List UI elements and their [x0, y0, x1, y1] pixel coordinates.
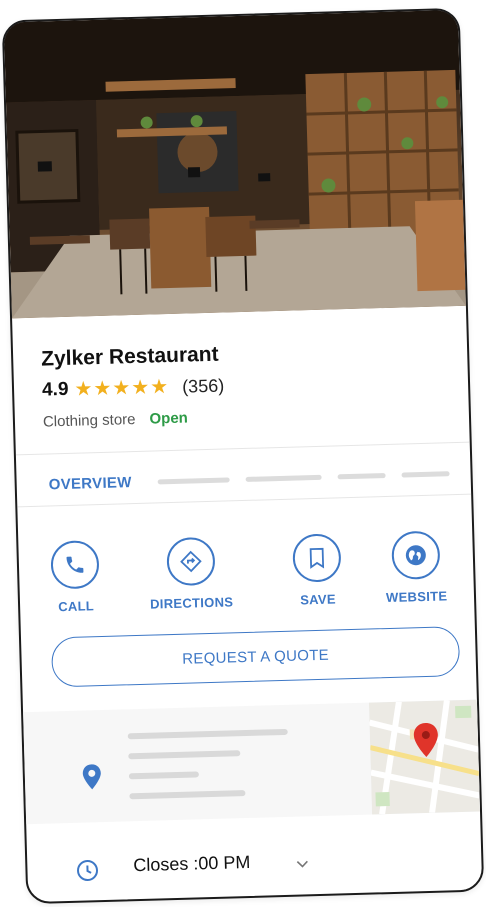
bookmark-icon: [292, 533, 342, 583]
star-icon: ★: [149, 376, 169, 399]
hours-text: Closes :00 PM: [133, 851, 251, 876]
website-button[interactable]: WEBSITE: [384, 530, 448, 606]
website-label: WEBSITE: [385, 588, 448, 606]
place-card: Zylker Restaurant 4.9 ★ ★ ★ ★ ★ (356) Cl…: [1, 7, 485, 905]
request-quote-button[interactable]: REQUEST A QUOTE: [50, 626, 461, 688]
meta-row: Clothing store Open: [43, 410, 188, 431]
restaurant-photo[interactable]: [3, 9, 466, 319]
open-status: Open: [149, 409, 189, 428]
star-icon: ★: [130, 376, 150, 400]
star-icon: ★: [74, 378, 93, 401]
tab-placeholder[interactable]: [157, 477, 230, 485]
chevron-down-icon[interactable]: [295, 856, 309, 874]
place-name: Zylker Restaurant: [40, 342, 219, 371]
rating-row[interactable]: 4.9 ★ ★ ★ ★ ★ (356): [42, 375, 225, 402]
call-label: CALL: [57, 598, 95, 615]
restaurant-interior-illustration: [3, 9, 466, 319]
phone-mockup: Zylker Restaurant 4.9 ★ ★ ★ ★ ★ (356) Cl…: [0, 0, 486, 907]
tab-bar: OVERVIEW: [48, 465, 450, 493]
globe-icon: [390, 530, 441, 580]
place-category: Clothing store: [42, 410, 136, 431]
tab-placeholder[interactable]: [245, 474, 322, 482]
review-count[interactable]: (356): [182, 375, 225, 397]
map-thumbnail[interactable]: [368, 699, 481, 815]
call-button[interactable]: CALL: [50, 540, 100, 614]
save-button[interactable]: SAVE: [292, 533, 342, 607]
phone-icon: [50, 540, 100, 590]
tab-overview[interactable]: OVERVIEW: [48, 474, 131, 493]
clock-icon: [75, 858, 100, 888]
save-label: SAVE: [300, 591, 337, 608]
directions-button[interactable]: DIRECTIONS: [148, 536, 234, 612]
rating-value: 4.9: [41, 378, 69, 401]
directions-label: DIRECTIONS: [149, 594, 234, 612]
tab-placeholder[interactable]: [401, 471, 450, 478]
divider: [17, 493, 472, 508]
divider: [15, 441, 470, 456]
map-streets: [368, 699, 481, 815]
star-rating: ★ ★ ★ ★ ★: [74, 376, 169, 401]
location-pin-icon: [81, 763, 104, 797]
action-buttons: CALL DIRECTIONS SAVE WEBSITE: [48, 530, 450, 631]
star-icon: ★: [93, 377, 112, 401]
directions-icon: [165, 536, 216, 587]
star-icon: ★: [112, 377, 131, 400]
tab-placeholder[interactable]: [337, 473, 386, 480]
